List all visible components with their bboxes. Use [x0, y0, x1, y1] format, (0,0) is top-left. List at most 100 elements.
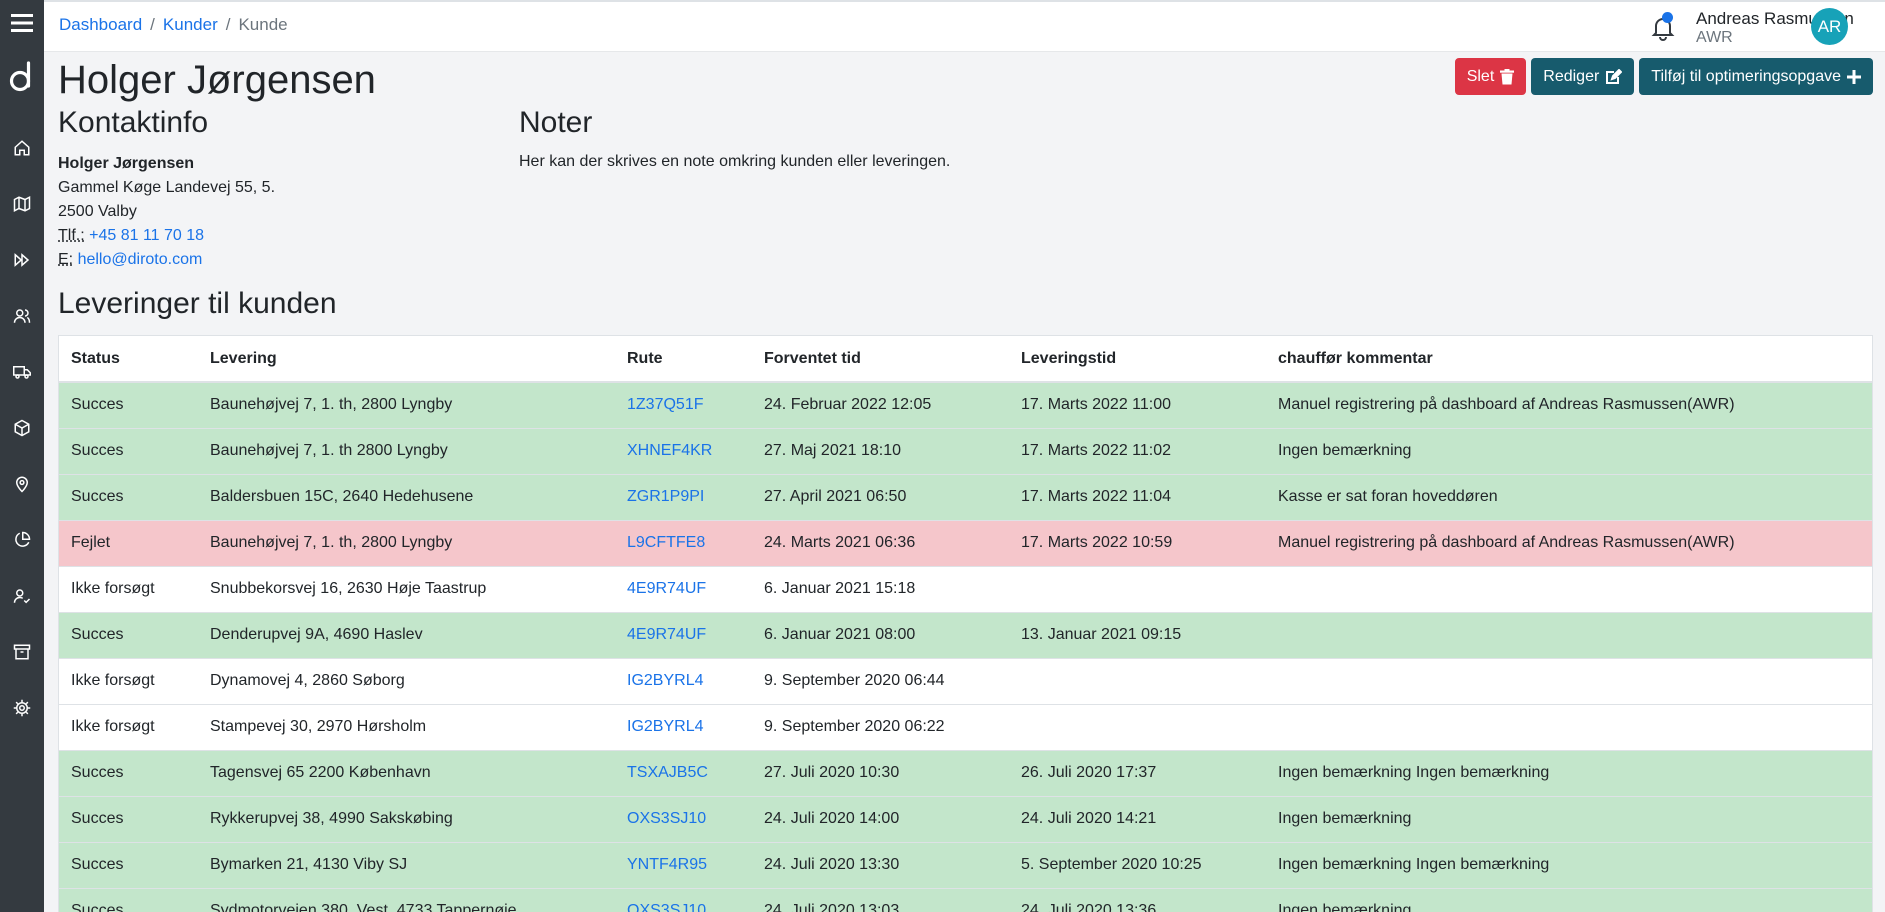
- map-icon[interactable]: [0, 182, 44, 226]
- driver-comment-cell: Manuel registrering på dashboard af Andr…: [1266, 381, 1872, 428]
- settings-gear-icon[interactable]: [0, 686, 44, 730]
- table-row[interactable]: Succes Denderupvej 9A, 4690 Haslev 4E9R74U…: [59, 611, 1872, 658]
- table-row[interactable]: Succes Tagensvej 65 2200 København TSXAJB5…: [59, 749, 1872, 796]
- route-link[interactable]: IG2BYRL4: [627, 718, 703, 735]
- table-row[interactable]: Succes Sydmotorvejen 380, Vest, 4733 Tapp…: [59, 887, 1872, 912]
- column-header-delivery[interactable]: Levering: [198, 336, 615, 383]
- delivery-address-cell: Denderupvej 9A, 4690 Haslev: [198, 611, 615, 658]
- route-cell: XHNEF4KR: [615, 427, 752, 474]
- table-row[interactable]: Ikke forsøgt Dynamovej 4, 2860 Søborg IG2B…: [59, 657, 1872, 704]
- notifications-bell-icon[interactable]: [1648, 12, 1678, 42]
- delivery-time-cell: 17. Marts 2022 11:04: [1009, 473, 1266, 520]
- breadcrumb-dashboard-link[interactable]: Dashboard: [59, 15, 142, 35]
- column-header-delivery-time[interactable]: Leveringstid: [1009, 336, 1266, 383]
- column-header-route[interactable]: Rute: [615, 336, 752, 383]
- route-link[interactable]: XHNEF4KR: [627, 442, 712, 459]
- route-link[interactable]: ZGR1P9PI: [627, 488, 704, 505]
- expected-time-cell: 27. Maj 2021 18:10: [752, 427, 1009, 474]
- archive-icon[interactable]: [0, 630, 44, 674]
- route-cell: IG2BYRL4: [615, 657, 752, 704]
- driver-comment-cell: Ingen bemærkning Ingen bemærkning: [1266, 841, 1872, 888]
- table-row[interactable]: Fejlet Baunehøjvej 7, 1. th, 2800 Lyngby L…: [59, 519, 1872, 566]
- status-cell: Succes: [59, 611, 198, 658]
- route-cell: YNTF4R95: [615, 841, 752, 888]
- contact-info: Holger Jørgensen Gammel Køge Landevej 55…: [58, 152, 275, 272]
- route-link[interactable]: IG2BYRL4: [627, 672, 703, 689]
- column-header-status[interactable]: Status: [59, 336, 198, 383]
- delivery-time-cell: 17. Marts 2022 11:02: [1009, 427, 1266, 474]
- pie-chart-icon[interactable]: [0, 518, 44, 562]
- route-link[interactable]: L9CFTFE8: [627, 534, 705, 551]
- driver-comment-cell: Ingen bemærkning: [1266, 887, 1872, 912]
- avatar[interactable]: AR: [1811, 8, 1848, 45]
- add-to-optimization-button[interactable]: Tilføj til optimeringsopgave: [1639, 58, 1873, 95]
- logo-icon[interactable]: [0, 54, 44, 98]
- delivery-time-cell: 24. Juli 2020 14:21: [1009, 795, 1266, 842]
- delivery-address-cell: Stampevej 30, 2970 Hørsholm: [198, 703, 615, 750]
- table-row[interactable]: Ikke forsøgt Snubbekorsvej 16, 2630 Høje …: [59, 565, 1872, 612]
- phone-link[interactable]: +45 81 11 70 18: [89, 227, 204, 244]
- expected-time-cell: 6. Januar 2021 08:00: [752, 611, 1009, 658]
- status-cell: Fejlet: [59, 519, 198, 566]
- menu-icon[interactable]: [0, 1, 44, 45]
- breadcrumb-customers-link[interactable]: Kunder: [163, 15, 218, 35]
- expected-time-cell: 24. Juli 2020 13:03: [752, 887, 1009, 912]
- expected-time-cell: 24. Juli 2020 14:00: [752, 795, 1009, 842]
- expected-time-cell: 24. Februar 2022 12:05: [752, 381, 1009, 428]
- status-cell: Succes: [59, 795, 198, 842]
- column-header-expected-time[interactable]: Forventet tid: [752, 336, 1009, 383]
- table-row[interactable]: Succes Baunehøjvej 7, 1. th, 2800 Lyngby 1…: [59, 381, 1872, 428]
- fast-forward-icon[interactable]: [0, 238, 44, 282]
- email-link[interactable]: hello@diroto.com: [78, 251, 203, 268]
- route-link[interactable]: OXS3SJ10: [627, 810, 706, 827]
- expected-time-cell: 27. Juli 2020 10:30: [752, 749, 1009, 796]
- action-buttons: Slet Rediger Tilføj til optimeringsopgav…: [1454, 58, 1873, 95]
- breadcrumb-current: Kunde: [238, 15, 288, 34]
- location-pin-icon[interactable]: [0, 462, 44, 506]
- status-cell: Succes: [59, 473, 198, 520]
- delivery-time-cell: 26. Juli 2020 17:37: [1009, 749, 1266, 796]
- route-link[interactable]: 4E9R74UF: [627, 626, 706, 643]
- notification-dot: [1662, 12, 1673, 23]
- expected-time-cell: 24. Marts 2021 06:36: [752, 519, 1009, 566]
- user-code: AWR: [1696, 29, 1733, 46]
- expected-time-cell: 9. September 2020 06:44: [752, 657, 1009, 704]
- home-icon[interactable]: [0, 126, 44, 170]
- route-cell: OXS3SJ10: [615, 795, 752, 842]
- table-row[interactable]: Succes Baunehøjvej 7, 1. th 2800 Lyngby XH…: [59, 427, 1872, 474]
- delete-button-label: Slet: [1466, 67, 1495, 85]
- route-link[interactable]: OXS3SJ10: [627, 902, 706, 912]
- table-row[interactable]: Ikke forsøgt Stampevej 30, 2970 Hørsholm I…: [59, 703, 1872, 750]
- route-link[interactable]: TSXAJB5C: [627, 764, 708, 781]
- route-link[interactable]: 1Z37Q51F: [627, 396, 703, 413]
- status-cell: Succes: [59, 841, 198, 888]
- contact-phone-row: Tlf.: +45 81 11 70 18: [58, 224, 275, 248]
- user-check-icon[interactable]: [0, 574, 44, 618]
- delivery-address-cell: Rykkerupvej 38, 4990 Sakskøbing: [198, 795, 615, 842]
- route-cell: L9CFTFE8: [615, 519, 752, 566]
- package-icon[interactable]: [0, 406, 44, 450]
- route-cell: ZGR1P9PI: [615, 473, 752, 520]
- contact-address-line1: Gammel Køge Landevej 55, 5.: [58, 179, 276, 196]
- contact-address-line2: 2500 Valby: [58, 203, 137, 220]
- table-row[interactable]: Succes Baldersbuen 15C, 2640 Hedehusene ZG…: [59, 473, 1872, 520]
- route-cell: IG2BYRL4: [615, 703, 752, 750]
- edit-button[interactable]: Rediger: [1531, 58, 1635, 95]
- delete-button[interactable]: Slet: [1454, 58, 1527, 95]
- driver-comment-cell: [1266, 703, 1872, 750]
- table-row[interactable]: Succes Rykkerupvej 38, 4990 Sakskøbing OXS…: [59, 795, 1872, 842]
- delivery-address-cell: Sydmotorvejen 380, Vest, 4733 Tappernøje: [198, 887, 615, 912]
- column-header-driver-comment[interactable]: chauffør kommentar: [1266, 336, 1872, 383]
- users-icon[interactable]: [0, 294, 44, 338]
- deliveries-table: Status Levering Rute Forventet tid Lever…: [58, 335, 1873, 912]
- route-cell: 4E9R74UF: [615, 565, 752, 612]
- status-cell: Succes: [59, 887, 198, 912]
- truck-icon[interactable]: [0, 350, 44, 394]
- status-cell: Succes: [59, 381, 198, 428]
- status-cell: Succes: [59, 749, 198, 796]
- delivery-address-cell: Baunehøjvej 7, 1. th, 2800 Lyngby: [198, 519, 615, 566]
- status-cell: Succes: [59, 427, 198, 474]
- table-row[interactable]: Succes Bymarken 21, 4130 Viby SJ YNTF4R95 2…: [59, 841, 1872, 888]
- route-link[interactable]: 4E9R74UF: [627, 580, 706, 597]
- route-link[interactable]: YNTF4R95: [627, 856, 707, 873]
